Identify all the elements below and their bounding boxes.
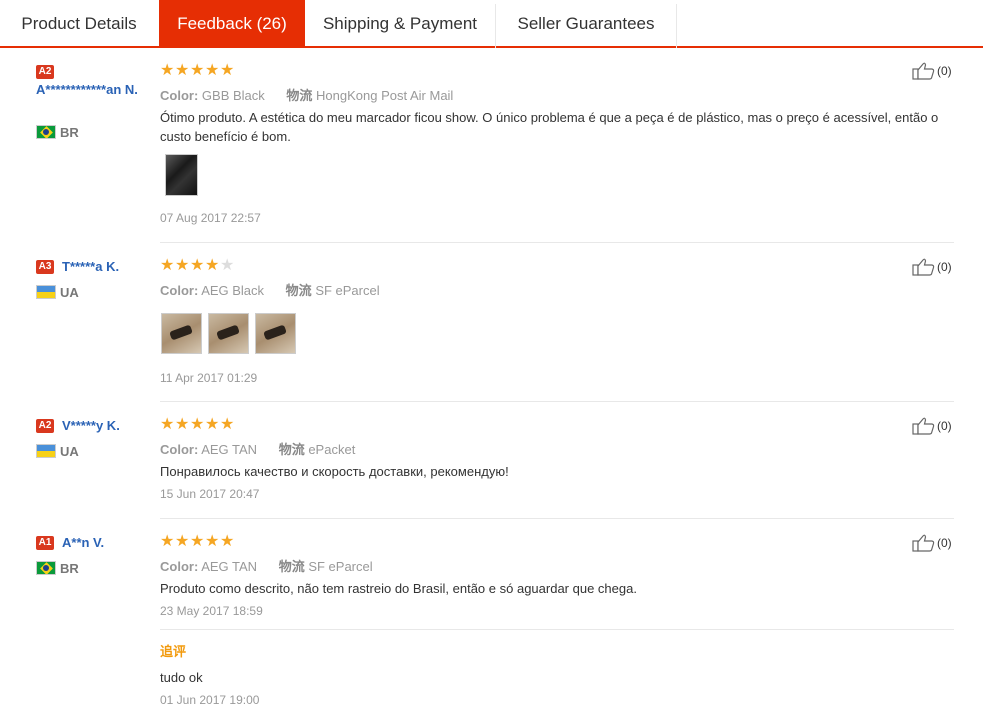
star-filled-icon: ★ bbox=[175, 257, 190, 274]
helpful-count: (0) bbox=[937, 536, 952, 550]
buyer-name[interactable]: V*****y K. bbox=[62, 417, 120, 434]
star-filled-icon: ★ bbox=[220, 533, 235, 550]
review-text: Понравилось качество и скорость доставки… bbox=[160, 464, 509, 479]
additional-feedback-label: 追评 bbox=[160, 644, 187, 659]
review-photo-thumbnail[interactable] bbox=[165, 154, 198, 196]
shipping-value: ePacket bbox=[308, 442, 356, 457]
shipping-label: 物流 bbox=[278, 442, 305, 457]
tab-feedback[interactable]: Feedback (26) bbox=[159, 0, 305, 48]
review-divider bbox=[160, 518, 954, 519]
buyer-country: BR bbox=[60, 561, 79, 576]
color-value: AEG Black bbox=[201, 283, 265, 298]
order-info: Color: AEG TAN 物流 SF eParcel bbox=[160, 556, 373, 575]
thumbs-up-icon bbox=[912, 258, 935, 276]
buyer-level-badge: A2 bbox=[36, 65, 54, 79]
brazil-flag-icon bbox=[36, 125, 56, 139]
color-label: Color: bbox=[160, 559, 199, 574]
additional-feedback-text: tudo ok bbox=[160, 670, 203, 685]
helpful-button[interactable]: (0) bbox=[912, 62, 972, 82]
star-filled-icon: ★ bbox=[205, 62, 220, 79]
star-filled-icon: ★ bbox=[220, 416, 235, 433]
star-filled-icon: ★ bbox=[220, 62, 235, 79]
star-filled-icon: ★ bbox=[175, 62, 190, 79]
star-filled-icon: ★ bbox=[175, 416, 190, 433]
star-filled-icon: ★ bbox=[175, 533, 190, 550]
review-date: 23 May 2017 18:59 bbox=[160, 604, 263, 618]
star-rating: ★★★★★ bbox=[160, 62, 235, 79]
tab-seller-guarantees[interactable]: Seller Guarantees bbox=[496, 0, 676, 46]
star-empty-icon: ★ bbox=[220, 257, 235, 274]
thumbs-up-icon bbox=[912, 534, 935, 552]
color-label: Color: bbox=[160, 442, 199, 457]
buyer-name[interactable]: A************an N. bbox=[36, 81, 154, 98]
order-info: Color: AEG Black 物流 SF eParcel bbox=[160, 280, 380, 299]
color-label: Color: bbox=[160, 283, 199, 298]
shipping-value: SF eParcel bbox=[315, 283, 380, 298]
helpful-button[interactable]: (0) bbox=[912, 534, 972, 554]
helpful-count: (0) bbox=[937, 260, 952, 274]
star-filled-icon: ★ bbox=[160, 416, 175, 433]
color-value: AEG TAN bbox=[201, 559, 258, 574]
review-date: 07 Aug 2017 22:57 bbox=[160, 211, 261, 225]
additional-feedback-divider bbox=[160, 629, 954, 630]
star-rating: ★★★★★ bbox=[160, 257, 235, 274]
shipping-label: 物流 bbox=[286, 88, 313, 103]
thumbs-up-icon bbox=[912, 417, 935, 435]
star-filled-icon: ★ bbox=[160, 257, 175, 274]
shipping-value: SF eParcel bbox=[308, 559, 373, 574]
review-divider bbox=[160, 401, 954, 402]
shipping-label: 物流 bbox=[285, 283, 312, 298]
star-rating: ★★★★★ bbox=[160, 533, 235, 550]
brazil-flag-icon bbox=[36, 561, 56, 575]
tab-divider bbox=[676, 4, 677, 48]
helpful-count: (0) bbox=[937, 419, 952, 433]
review-date: 11 Apr 2017 01:29 bbox=[160, 371, 258, 385]
review-text: Ótimo produto. A estética do meu marcado… bbox=[160, 110, 939, 144]
star-filled-icon: ★ bbox=[160, 62, 175, 79]
review-text: Produto como descrito, não tem rastreio … bbox=[160, 581, 637, 596]
tab-bar: Product Details Feedback (26) Shipping &… bbox=[0, 0, 983, 48]
review-photo-thumbnail[interactable] bbox=[161, 313, 202, 354]
helpful-button[interactable]: (0) bbox=[912, 258, 972, 278]
color-value: GBB Black bbox=[201, 88, 265, 103]
color-label: Color: bbox=[160, 88, 199, 103]
buyer-level-badge: A2 bbox=[36, 419, 54, 433]
buyer-name[interactable]: T*****a K. bbox=[62, 258, 119, 275]
buyer-country: BR bbox=[60, 125, 79, 140]
buyer-level-badge: A1 bbox=[36, 536, 54, 550]
shipping-value: HongKong Post Air Mail bbox=[316, 88, 454, 103]
star-filled-icon: ★ bbox=[190, 257, 205, 274]
review-date: 15 Jun 2017 20:47 bbox=[160, 487, 260, 501]
review-photo-thumbnail[interactable] bbox=[255, 313, 296, 354]
order-info: Color: GBB Black 物流 HongKong Post Air Ma… bbox=[160, 85, 453, 104]
tab-shipping-payment[interactable]: Shipping & Payment bbox=[305, 0, 495, 46]
order-info: Color: AEG TAN 物流 ePacket bbox=[160, 439, 355, 458]
ukraine-flag-icon bbox=[36, 285, 56, 299]
buyer-country: UA bbox=[60, 444, 79, 459]
star-filled-icon: ★ bbox=[205, 533, 220, 550]
shipping-label: 物流 bbox=[278, 559, 305, 574]
review-divider bbox=[160, 242, 954, 243]
buyer-country: UA bbox=[60, 285, 79, 300]
star-filled-icon: ★ bbox=[160, 533, 175, 550]
star-filled-icon: ★ bbox=[190, 62, 205, 79]
thumbs-up-icon bbox=[912, 62, 935, 80]
star-filled-icon: ★ bbox=[190, 533, 205, 550]
star-filled-icon: ★ bbox=[205, 416, 220, 433]
helpful-button[interactable]: (0) bbox=[912, 417, 972, 437]
review-photo-thumbnail[interactable] bbox=[208, 313, 249, 354]
color-value: AEG TAN bbox=[201, 442, 258, 457]
star-rating: ★★★★★ bbox=[160, 416, 235, 433]
star-filled-icon: ★ bbox=[205, 257, 220, 274]
tab-product-details[interactable]: Product Details bbox=[0, 0, 158, 46]
ukraine-flag-icon bbox=[36, 444, 56, 458]
helpful-count: (0) bbox=[937, 64, 952, 78]
buyer-name[interactable]: A**n V. bbox=[62, 534, 104, 551]
additional-feedback-date: 01 Jun 2017 19:00 bbox=[160, 693, 260, 707]
buyer-level-badge: A3 bbox=[36, 260, 54, 274]
star-filled-icon: ★ bbox=[190, 416, 205, 433]
